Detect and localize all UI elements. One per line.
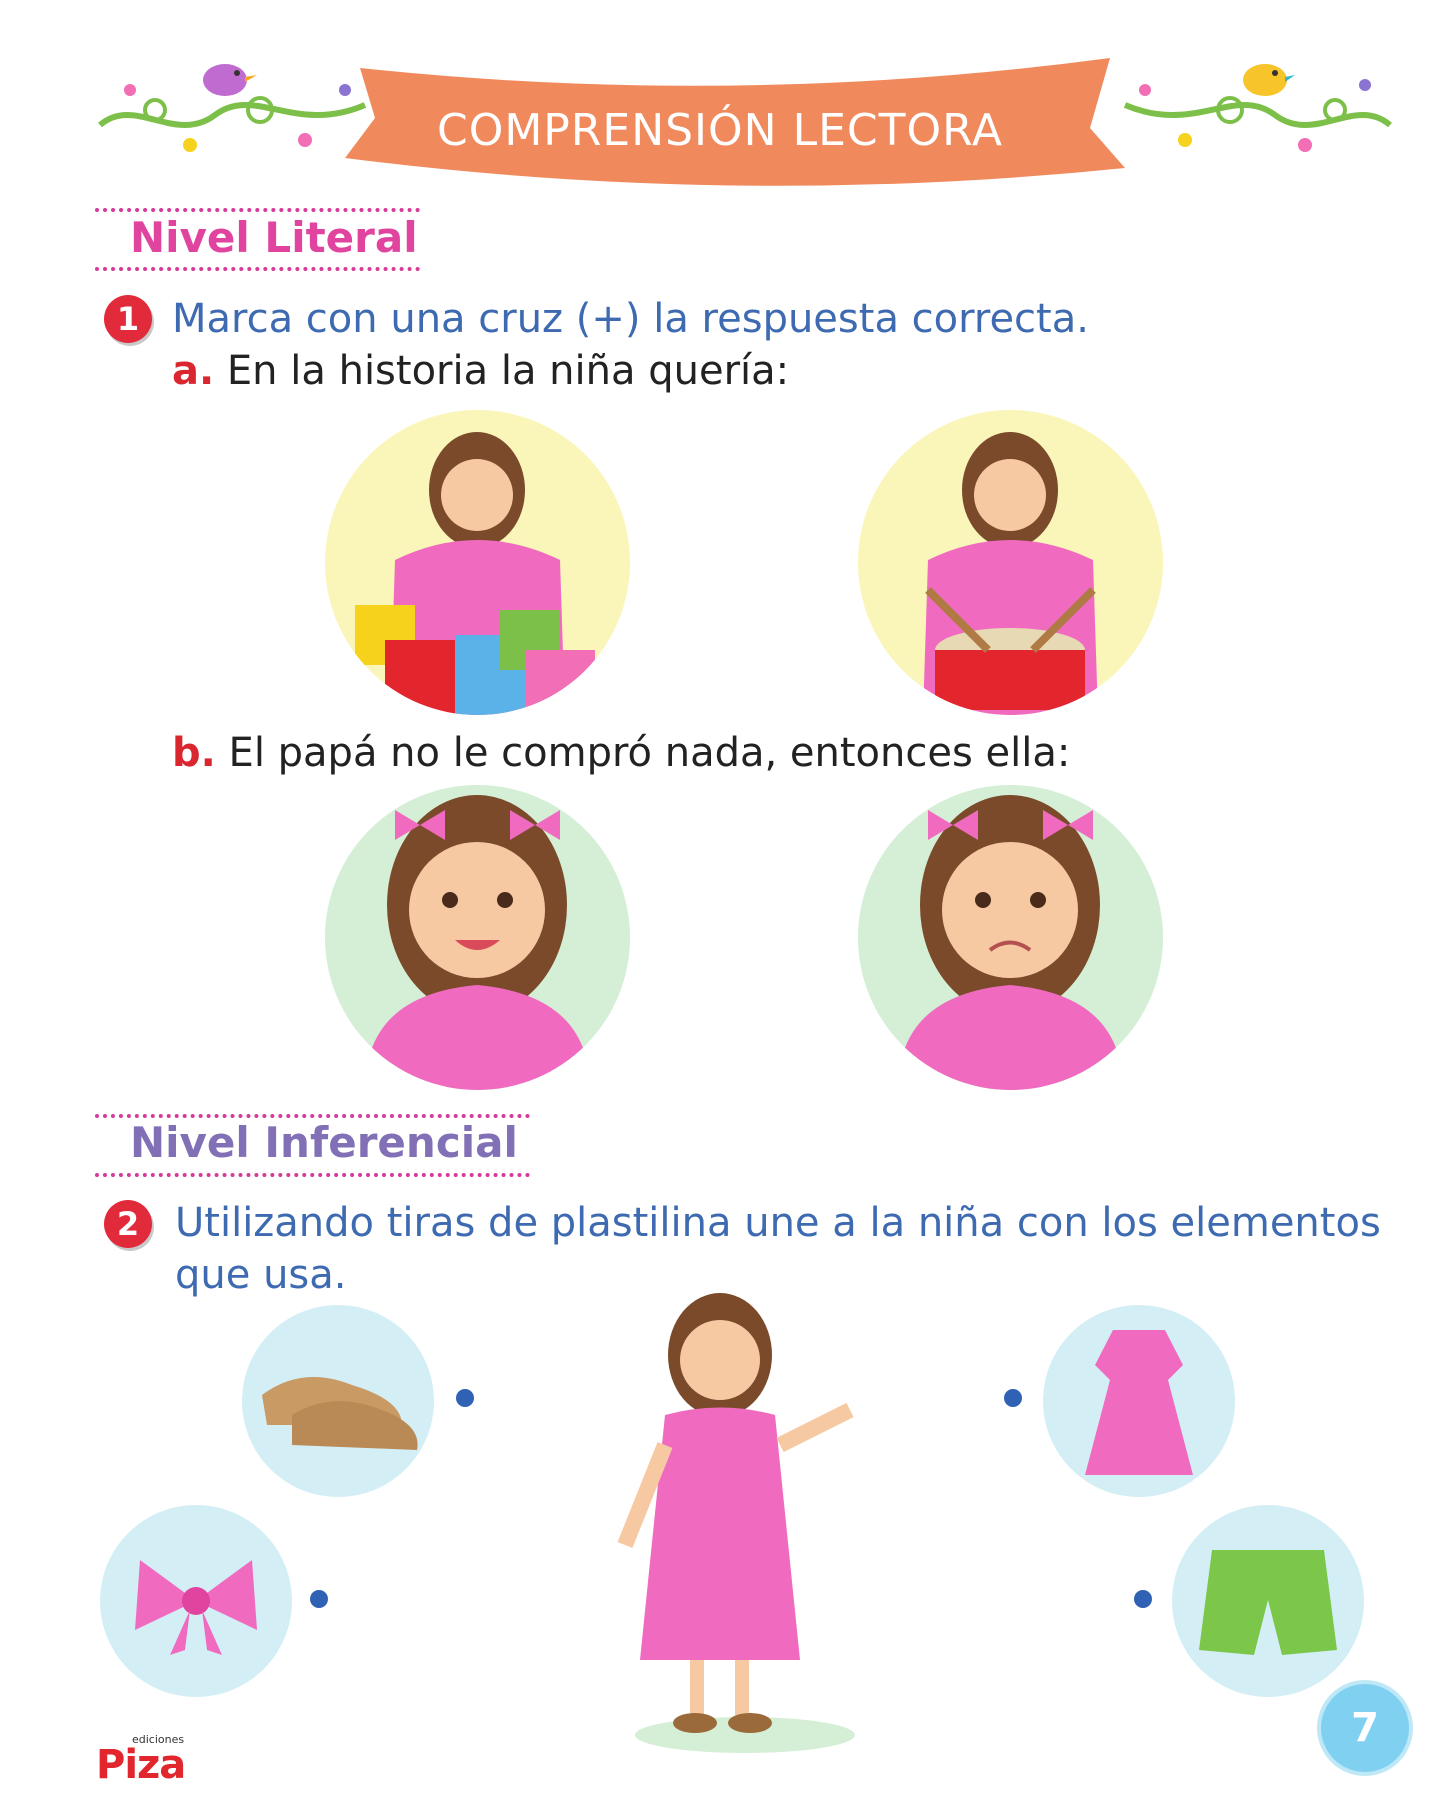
section-title-literal: Nivel Literal <box>130 213 418 262</box>
section-title-inferencial: Nivel Inferencial <box>130 1118 518 1167</box>
connect-dot-dress[interactable] <box>1004 1389 1022 1407</box>
girl-happy-image[interactable] <box>325 785 630 1090</box>
dress-image <box>1043 1305 1235 1497</box>
connect-dot-shorts[interactable] <box>1134 1590 1152 1608</box>
connect-dot-bow[interactable] <box>310 1590 328 1608</box>
question-2-text-line1: Utilizando tiras de plastilina une a la … <box>175 1200 1381 1246</box>
question-1b: b. El papá no le compró nada, entonces e… <box>172 730 1070 776</box>
connect-dot-shoes[interactable] <box>456 1389 474 1407</box>
question-2-text-line2: que usa. <box>175 1252 347 1298</box>
bow-image <box>100 1505 292 1697</box>
shoes-image <box>242 1305 434 1497</box>
question-1-text: Marca con una cruz (+) la respuesta corr… <box>172 296 1089 342</box>
girl-with-drum-image[interactable] <box>858 410 1163 715</box>
section-divider <box>95 267 420 271</box>
publisher-logo: Piza <box>96 1742 186 1788</box>
girl-full-body-image <box>600 1275 890 1755</box>
subquestion-text: El papá no le compró nada, entonces ella… <box>228 730 1071 776</box>
question-number-badge: 2 <box>104 1200 152 1248</box>
section-divider <box>95 1173 530 1177</box>
shorts-image <box>1172 1505 1364 1697</box>
subquestion-text: En la historia la niña quería: <box>226 348 790 394</box>
girl-with-gifts-image[interactable] <box>325 410 630 715</box>
page-number: 7 <box>1317 1680 1413 1776</box>
vine-decoration-right <box>1115 55 1395 165</box>
page-title: COMPRENSIÓN LECTORA <box>436 105 1003 156</box>
vine-decoration-left <box>95 55 375 165</box>
section-divider <box>95 208 420 212</box>
question-1a: a. En la historia la niña quería: <box>172 348 789 394</box>
subquestion-letter: b. <box>172 730 216 776</box>
subquestion-letter: a. <box>172 348 215 394</box>
question-number-badge: 1 <box>104 295 152 343</box>
girl-sad-image[interactable] <box>858 785 1163 1090</box>
